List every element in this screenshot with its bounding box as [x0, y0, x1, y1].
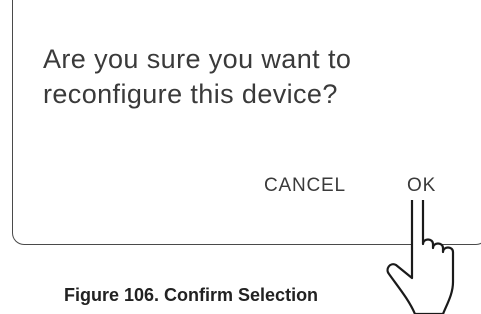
dialog-message-line-1: Are you sure you want to	[43, 44, 352, 74]
ok-button[interactable]: OK	[407, 175, 436, 197]
hand-pointer-icon	[386, 200, 455, 314]
dialog-message-line-2: reconfigure this device?	[43, 79, 338, 109]
cancel-button[interactable]: CANCEL	[264, 175, 346, 197]
dialog-message: Are you sure you want to reconfigure thi…	[43, 42, 443, 112]
figure-caption: Figure 106. Confirm Selection	[64, 285, 319, 305]
